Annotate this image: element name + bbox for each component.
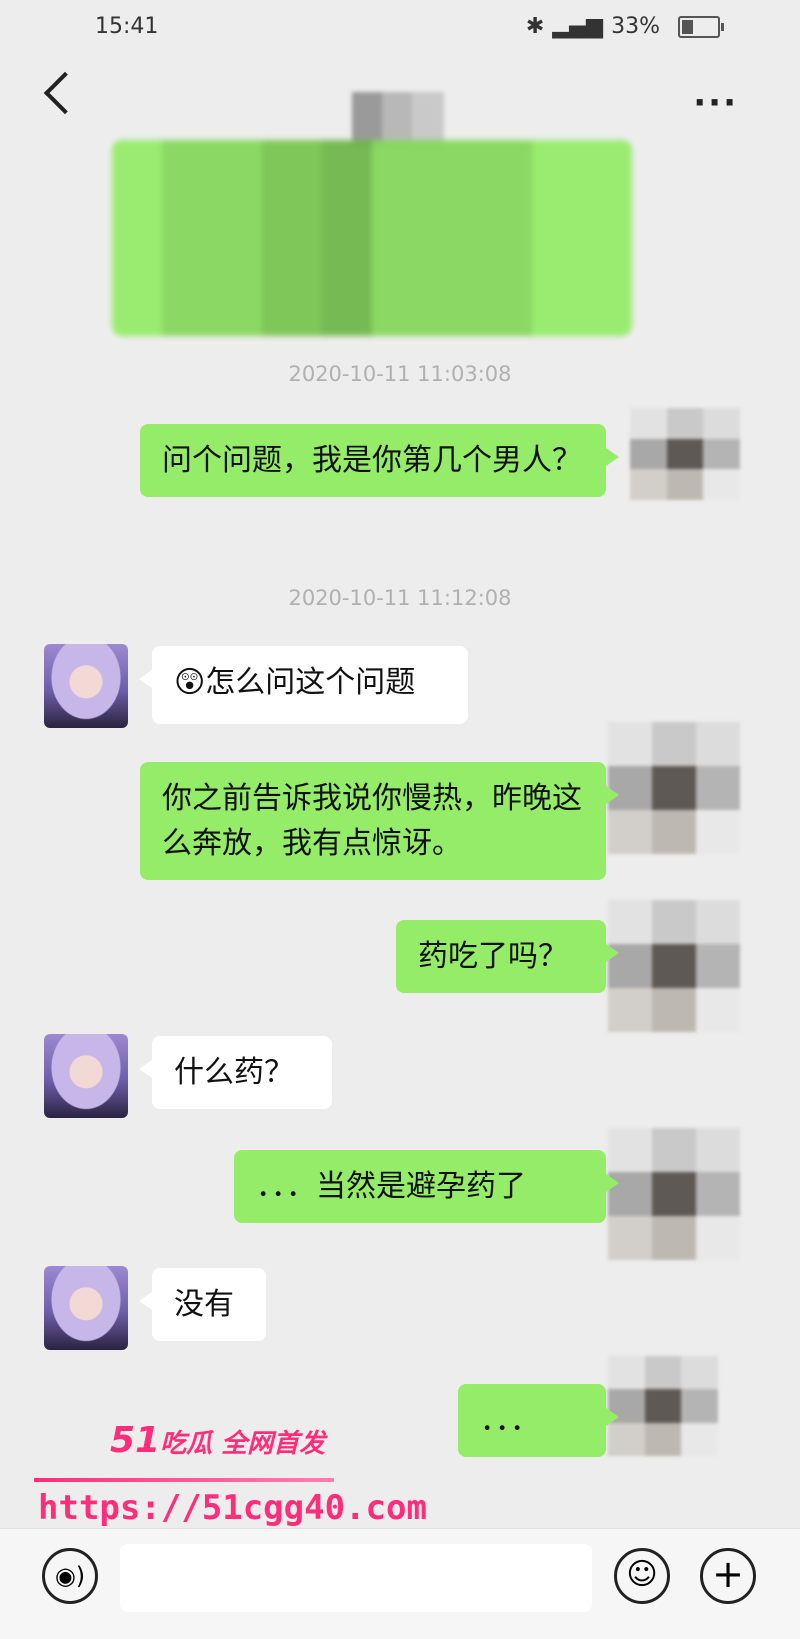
message-bubble-sent[interactable]: 药吃了吗？ <box>396 920 619 993</box>
avatar-redacted[interactable] <box>608 900 740 1032</box>
message-bubble-sent[interactable]: ．．．当然是避孕药了 <box>234 1150 619 1223</box>
status-right: ✱ ▂▄▆ 33% <box>525 14 724 39</box>
watermark-line <box>34 1478 334 1482</box>
avatar-redacted[interactable] <box>630 408 740 500</box>
watermark-slogan: 吃瓜 全网首发 <box>160 1429 326 1459</box>
message-bubble-sent[interactable]: 问个问题，我是你第几个男人？ <box>140 424 619 497</box>
more-dots-icon[interactable]: ··· <box>693 86 738 120</box>
message-bubble-received[interactable]: 什么药？ <box>139 1036 332 1109</box>
message-input[interactable] <box>120 1544 592 1612</box>
contact-avatar[interactable] <box>44 1266 128 1350</box>
shocked-emoji-icon: 😲 <box>174 665 206 700</box>
back-chevron-icon[interactable] <box>43 71 87 115</box>
plus-icon[interactable]: + <box>700 1548 756 1604</box>
watermark-url: https://51cgg40.com <box>38 1488 427 1528</box>
message-bubble-sent[interactable]: ．．． <box>458 1384 619 1457</box>
watermark-number: 51 <box>110 1420 161 1461</box>
signal-icon: ▂▄▆ <box>552 14 604 39</box>
message-text: 怎么问这个问题 <box>205 665 416 700</box>
avatar-redacted[interactable] <box>608 1356 718 1456</box>
message-bubble-sent[interactable]: 你之前告诉我说你慢热，昨晚这么奔放，我有点惊讶。 <box>140 762 619 880</box>
contact-avatar[interactable] <box>44 644 128 728</box>
timestamp: 2020-10-11 11:12:08 <box>288 586 512 610</box>
bluetooth-icon: ✱ <box>525 14 545 39</box>
message-bubble-received[interactable]: 没有 <box>139 1268 266 1341</box>
battery-icon <box>678 15 724 38</box>
emoji-icon[interactable]: ☺ <box>614 1548 670 1604</box>
voice-icon[interactable]: ◉) <box>42 1548 98 1604</box>
avatar-redacted[interactable] <box>608 722 740 854</box>
timestamp: 2020-10-11 11:03:08 <box>288 362 512 386</box>
watermark-logo: 51吃瓜 全网首发 <box>110 1420 325 1461</box>
avatar-redacted[interactable] <box>608 1128 740 1260</box>
contact-avatar[interactable] <box>44 1034 128 1118</box>
message-bubble-received[interactable]: 😲怎么问这个问题 <box>139 646 468 724</box>
status-bar: 15:41 ✱ ▂▄▆ 33% <box>0 0 800 56</box>
status-time: 15:41 <box>95 14 159 39</box>
battery-text: 33% <box>611 14 660 39</box>
redacted-message <box>112 140 632 336</box>
